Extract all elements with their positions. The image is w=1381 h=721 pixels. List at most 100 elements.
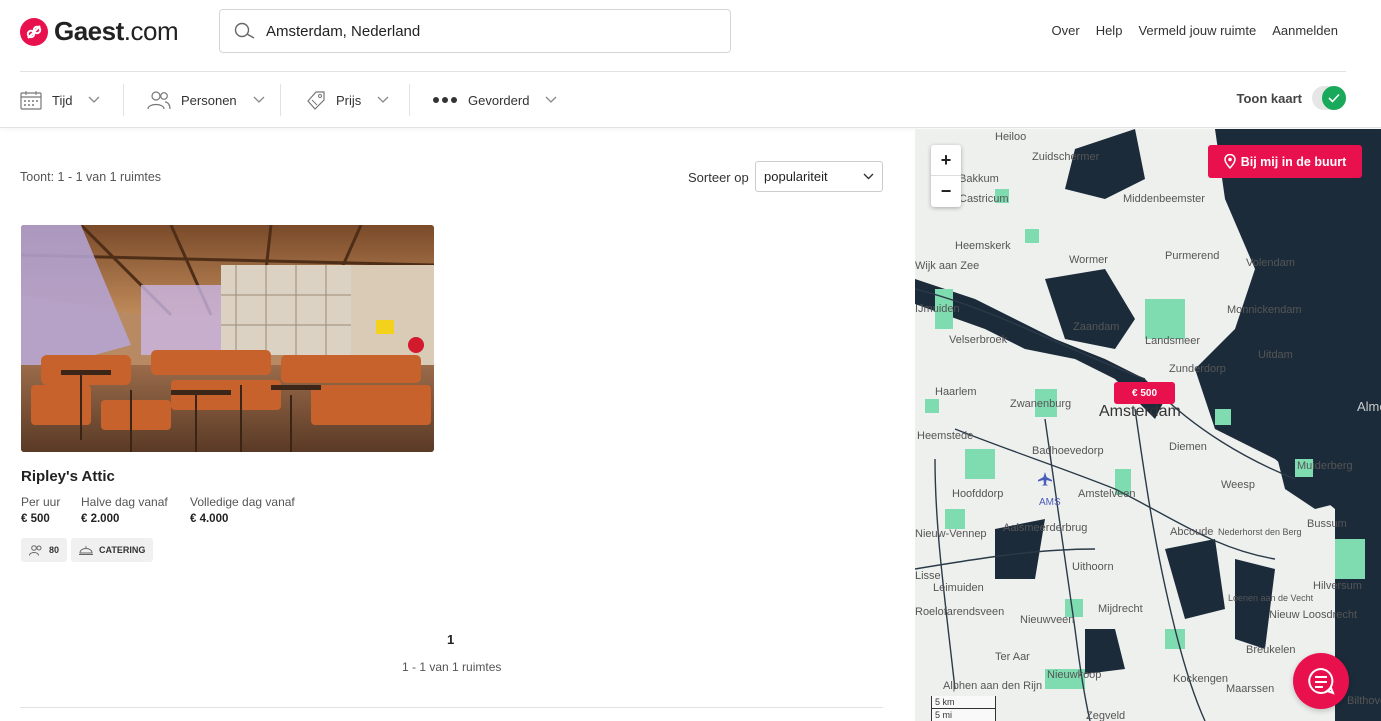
map-label: Haarlem bbox=[935, 386, 977, 398]
map-label: Zunderdorp bbox=[1169, 363, 1226, 375]
nav-link-sign-in[interactable]: Aanmelden bbox=[1272, 23, 1338, 38]
capacity-value: 80 bbox=[49, 545, 60, 555]
filter-time[interactable]: Tijd bbox=[20, 72, 100, 128]
map-label: Nieuwkoop bbox=[1047, 669, 1101, 681]
map-scale: 5 km 5 mi bbox=[931, 696, 996, 721]
price-value: € 4.000 bbox=[190, 513, 229, 525]
map-label: Zwanenburg bbox=[1010, 398, 1071, 410]
filter-advanced-label: Gevorderd bbox=[468, 92, 530, 108]
logo-prefix: Gaest bbox=[54, 16, 124, 46]
map-label: Badhoevedorp bbox=[1032, 445, 1104, 457]
map-label: Uitdam bbox=[1258, 349, 1293, 361]
location-pin-icon bbox=[1223, 154, 1236, 169]
map-label: Bilthoven bbox=[1347, 695, 1381, 707]
map-label: Amsterdam bbox=[1099, 403, 1181, 420]
persons-icon bbox=[29, 544, 42, 556]
calendar-icon bbox=[20, 91, 42, 110]
chevron-down-icon bbox=[863, 173, 874, 180]
zoom-out-button[interactable]: − bbox=[931, 176, 961, 207]
map-label: Uithoorn bbox=[1072, 561, 1114, 573]
map-label: Wijk aan Zee bbox=[915, 260, 979, 272]
pagination-current-page[interactable]: 1 bbox=[447, 632, 454, 647]
map-label: Zegveld bbox=[1086, 710, 1125, 721]
chevron-down-icon bbox=[89, 96, 100, 103]
catering-badge: CATERING bbox=[71, 538, 154, 562]
filter-price-label: Prijs bbox=[336, 92, 362, 108]
top-nav: Over Help Vermeld jouw ruimte Aanmelden bbox=[1052, 23, 1338, 38]
sort-select[interactable]: populariteit bbox=[755, 161, 883, 192]
check-icon bbox=[1322, 86, 1346, 110]
search-box[interactable] bbox=[219, 9, 731, 53]
map-canvas: Heiloo Zuidschermer Bakkum Castricum Mid… bbox=[915, 129, 1381, 721]
listing-photo[interactable] bbox=[21, 225, 434, 452]
map-label: Hoofddorp bbox=[952, 488, 1003, 500]
pagination-info: 1 - 1 van 1 ruimtes bbox=[402, 660, 502, 674]
filter-bar: Tijd Personen Prijs Gevorderd Toon kaart bbox=[0, 72, 1381, 128]
filter-time-label: Tijd bbox=[52, 92, 73, 108]
price-half-day: Halve dag vanaf € 2.000 bbox=[81, 495, 168, 525]
zoom-controls: + − bbox=[931, 145, 961, 207]
map-label: Zuidschermer bbox=[1032, 151, 1100, 163]
map-label: Loenen aan de Vecht bbox=[1228, 593, 1314, 603]
price-value: € 500 bbox=[21, 513, 50, 525]
map-label: Bakkum bbox=[959, 173, 999, 185]
chevron-down-icon bbox=[545, 96, 557, 103]
map-label: AMS bbox=[1039, 497, 1061, 508]
map-label: Castricum bbox=[959, 193, 1009, 205]
map-label: Zaandam bbox=[1073, 321, 1119, 333]
map-label: Weesp bbox=[1221, 479, 1255, 491]
show-map-toggle[interactable] bbox=[1312, 86, 1346, 110]
sort-value: populariteit bbox=[764, 169, 828, 184]
logo-icon bbox=[20, 17, 48, 46]
map-label: Volendam bbox=[1246, 257, 1295, 269]
search-icon bbox=[234, 22, 255, 39]
map-label: Purmerend bbox=[1165, 250, 1219, 262]
nav-link-list-space[interactable]: Vermeld jouw ruimte bbox=[1138, 23, 1256, 38]
map-label: Monnickendam bbox=[1227, 304, 1302, 316]
map-label: Aalsmeerderbrug bbox=[1003, 522, 1087, 534]
nearby-button[interactable]: Bij mij in de buurt bbox=[1208, 145, 1362, 178]
nav-link-over[interactable]: Over bbox=[1052, 23, 1080, 38]
map-label: Almere bbox=[1357, 399, 1381, 414]
map-label: Bussum bbox=[1307, 518, 1347, 530]
footer-divider bbox=[20, 707, 883, 708]
filter-advanced[interactable]: Gevorderd bbox=[432, 72, 557, 128]
catering-label: CATERING bbox=[99, 545, 146, 555]
sort-label: Sorteer op bbox=[688, 170, 749, 185]
price-label: Volledige dag vanaf bbox=[190, 495, 295, 509]
more-dots-icon bbox=[433, 97, 457, 103]
show-map-label: Toon kaart bbox=[1236, 90, 1303, 106]
scale-mi: 5 mi bbox=[931, 709, 996, 721]
listing-title[interactable]: Ripley's Attic bbox=[21, 468, 115, 485]
filter-price[interactable]: Prijs bbox=[306, 72, 389, 128]
map-label: Roelofarendsveen bbox=[915, 606, 1004, 618]
map-label: Diemen bbox=[1169, 441, 1207, 453]
filter-persons[interactable]: Personen bbox=[147, 72, 265, 128]
chevron-down-icon bbox=[253, 96, 265, 103]
map-label: Leimuiden bbox=[933, 582, 984, 594]
filter-persons-label: Personen bbox=[181, 92, 237, 108]
map[interactable]: Heiloo Zuidschermer Bakkum Castricum Mid… bbox=[915, 129, 1381, 721]
nav-link-help[interactable]: Help bbox=[1096, 23, 1123, 38]
filter-divider bbox=[280, 84, 281, 116]
map-label: Mijdrecht bbox=[1098, 603, 1143, 615]
map-label: Heemstede bbox=[917, 430, 973, 442]
filter-divider bbox=[409, 84, 410, 116]
map-label: Kockengen bbox=[1173, 673, 1228, 685]
logo[interactable]: Gaest.com bbox=[20, 16, 179, 47]
map-label: Wormer bbox=[1069, 254, 1108, 266]
map-label: Ter Aar bbox=[995, 651, 1030, 663]
map-label: Lisse bbox=[915, 570, 941, 582]
chat-button[interactable] bbox=[1293, 653, 1349, 709]
map-label: Abcoude bbox=[1170, 526, 1213, 538]
search-input[interactable] bbox=[266, 22, 706, 40]
map-label: IJmuiden bbox=[915, 303, 960, 315]
zoom-in-button[interactable]: + bbox=[931, 145, 961, 176]
capacity-badge: 80 bbox=[21, 538, 68, 562]
map-label: Middenbeemster bbox=[1123, 193, 1205, 205]
price-tag-icon bbox=[307, 91, 325, 110]
map-price-marker[interactable]: € 500 bbox=[1114, 382, 1175, 404]
map-label: Amstelveen bbox=[1078, 488, 1135, 500]
top-bar: Gaest.com Over Help Vermeld jouw ruimte … bbox=[0, 0, 1381, 72]
price-per-hour: Per uur € 500 bbox=[21, 495, 60, 525]
